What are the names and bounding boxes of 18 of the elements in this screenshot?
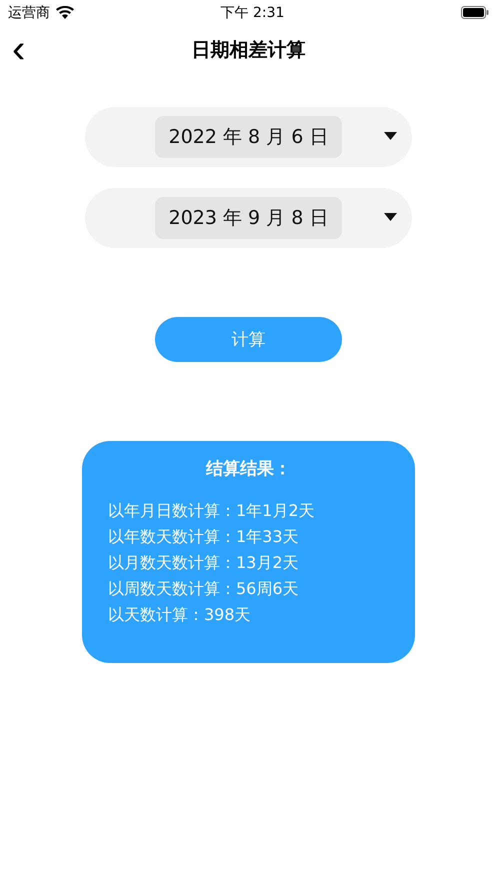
date-picker[interactable]: 2022 年 8 月 6 日 xyxy=(85,107,412,167)
dropdown-caret-icon xyxy=(384,132,397,140)
dropdown-caret-icon xyxy=(384,213,397,221)
date-value: 2022 年 8 月 6 日 xyxy=(154,116,342,158)
result-line: 以年月日数计算：1年1月2天 xyxy=(108,500,316,522)
result-line: 以年数天数计算：1年33天 xyxy=(108,526,300,548)
battery-icon xyxy=(460,6,489,19)
clock-time: 下午 2:31 xyxy=(220,4,284,22)
date-picker[interactable]: 2023 年 9 月 8 日 xyxy=(85,188,412,248)
result-title: 结算结果： xyxy=(206,458,291,480)
result-line: 以月数天数计算：13月2天 xyxy=(108,552,300,574)
back-button[interactable]: ‹ xyxy=(12,29,26,69)
page-title: 日期相差计算 xyxy=(192,38,306,63)
carrier-label: 运营商 xyxy=(8,4,50,22)
wifi-icon xyxy=(56,6,74,19)
date-value: 2023 年 9 月 8 日 xyxy=(154,197,342,239)
result-line: 以周数天数计算：56周6天 xyxy=(108,578,300,600)
result-line: 以天数计算：398天 xyxy=(108,604,252,626)
